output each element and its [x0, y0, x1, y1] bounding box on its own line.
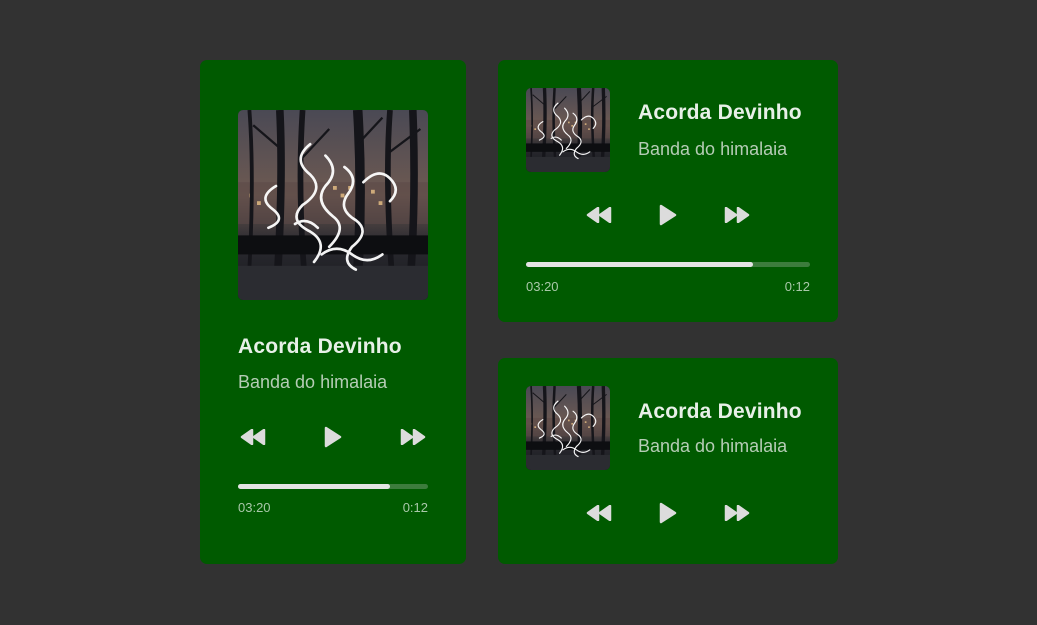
time-elapsed: 03:20	[238, 500, 271, 515]
play-button[interactable]	[656, 498, 680, 528]
fast-forward-button[interactable]	[722, 200, 752, 230]
fast-forward-button[interactable]	[398, 422, 428, 452]
player-card-medium: Acorda Devinho Banda do himalaia 03:20 0…	[498, 60, 838, 322]
album-art	[526, 88, 610, 172]
play-button[interactable]	[321, 422, 345, 452]
fast-forward-icon	[724, 207, 750, 223]
fast-forward-icon	[400, 429, 426, 445]
progress-fill	[238, 484, 390, 489]
rewind-icon	[586, 207, 612, 223]
play-button[interactable]	[656, 200, 680, 230]
rewind-button[interactable]	[238, 422, 268, 452]
album-art-image	[526, 88, 610, 172]
artist-name: Banda do himalaia	[638, 139, 788, 159]
album-art-image	[526, 386, 610, 470]
time-remaining: 0:12	[784, 279, 810, 294]
play-icon	[659, 502, 677, 524]
fast-forward-button[interactable]	[722, 498, 752, 528]
playback-controls	[584, 200, 752, 230]
playback-controls	[238, 422, 428, 452]
song-title: Acorda Devinho	[638, 101, 802, 124]
player-card-large: Acorda Devinho Banda do himalaia 03:20 0…	[200, 60, 466, 564]
album-art	[238, 110, 428, 300]
song-title: Acorda Devinho	[238, 335, 402, 358]
playback-controls	[584, 498, 752, 528]
song-title: Acorda Devinho	[638, 400, 802, 423]
play-icon	[659, 204, 677, 226]
rewind-button[interactable]	[584, 498, 614, 528]
fast-forward-icon	[724, 505, 750, 521]
rewind-icon	[586, 505, 612, 521]
player-card-small: Acorda Devinho Banda do himalaia	[498, 358, 838, 564]
time-remaining: 0:12	[402, 500, 428, 515]
artist-name: Banda do himalaia	[238, 372, 388, 392]
play-icon	[324, 426, 342, 448]
time-elapsed: 03:20	[526, 279, 559, 294]
progress-bar[interactable]	[526, 262, 810, 267]
artist-name: Banda do himalaia	[638, 436, 788, 456]
album-art	[526, 386, 610, 470]
album-art-image	[238, 110, 428, 300]
rewind-button[interactable]	[584, 200, 614, 230]
progress-fill	[526, 262, 754, 267]
rewind-icon	[240, 429, 266, 445]
progress-bar[interactable]	[238, 484, 428, 489]
